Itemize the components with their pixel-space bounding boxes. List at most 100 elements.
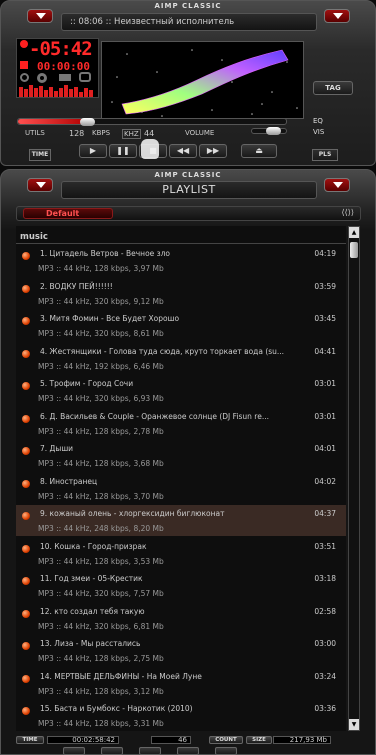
- track-row[interactable]: 12. кто создал тебя такую 02:58 MP3 :: 44 …: [16, 603, 346, 634]
- play-button[interactable]: ▶: [79, 144, 107, 158]
- track-title: 9. кожаный олень - хлоргексидин биглюкон…: [40, 509, 225, 518]
- track-row[interactable]: 1. Цитадель Ветров - Вечное зло 04:19 MP3 …: [16, 245, 346, 276]
- track-duration: 03:00: [314, 639, 336, 648]
- track-title: 14. МЕРТВЫЕ ДЕЛЬФИНЫ - На Моей Луне: [40, 671, 202, 681]
- utils-label[interactable]: UTILS: [25, 129, 45, 137]
- track-row[interactable]: 10. Кошка - Город-призрак 03:51 MP3 :: 44 …: [16, 538, 346, 569]
- track-duration: 03:01: [314, 411, 336, 421]
- track-info: MP3 :: 44 kHz, 128 kbps, 3,97 Mb: [38, 264, 164, 273]
- stop-indicator-icon: [20, 61, 28, 69]
- footer-size-label: SIZE: [246, 736, 272, 744]
- track-title: 11. Год змеи - 05-Крестик: [40, 574, 143, 583]
- track-status-icon: [22, 512, 30, 520]
- track-title: 4. Жестянщики - Голова туда сюда, круто …: [40, 346, 285, 356]
- visualization-panel[interactable]: [101, 41, 304, 119]
- track-row[interactable]: 4. Жестянщики - Голова туда сюда, круто …: [16, 343, 346, 374]
- time-mode-button[interactable]: TIME: [29, 149, 51, 161]
- playlist-caption: AIMP CLASSIC: [154, 171, 222, 179]
- track-list[interactable]: music 1. Цитадель Ветров - Вечное зло 04:…: [16, 226, 346, 731]
- volume-handle[interactable]: [266, 127, 281, 135]
- track-duration: 04:19: [314, 249, 336, 258]
- remove-files-button[interactable]: [101, 747, 123, 755]
- track-row[interactable]: 15. Баста и Бумбокс - Наркотик (2010) 03:…: [16, 700, 346, 731]
- track-status-icon: [22, 447, 30, 455]
- playlist-toggle-button[interactable]: PLS: [312, 149, 338, 161]
- eject-button[interactable]: ⏏: [241, 144, 277, 158]
- vis-label[interactable]: VIS: [313, 128, 324, 136]
- playlist-minimize-button[interactable]: [27, 178, 53, 192]
- time-display[interactable]: -05:42 00:00:00: [16, 38, 99, 98]
- add-files-button[interactable]: [63, 747, 85, 755]
- player-caption: AIMP CLASSIC: [154, 2, 222, 10]
- track-row[interactable]: 13. Лиза - Мы расстались 03:00 MP3 :: 44 k…: [16, 635, 346, 666]
- track-duration: 03:59: [314, 281, 336, 291]
- eq-label[interactable]: EQ: [313, 117, 323, 125]
- track-duration: 03:51: [314, 541, 336, 551]
- track-status-icon: [22, 577, 30, 585]
- track-duration: 04:41: [314, 346, 336, 356]
- track-info: MP3 :: 44 kHz, 192 kbps, 6,46 Mb: [38, 361, 164, 371]
- track-title: 10. Кошка - Город-призрак: [40, 541, 147, 551]
- track-row[interactable]: 11. Год змеи - 05-Крестик 03:18 MP3 :: 44 …: [16, 570, 346, 601]
- tab-scroll-arrows-icon[interactable]: ⟨⟨⟩⟩: [342, 208, 354, 217]
- track-duration: 03:24: [314, 671, 336, 681]
- player-window: AIMP CLASSIC :: 08:06 :: Неизвестный исп…: [0, 0, 376, 166]
- playlist-scrollbar[interactable]: ▲ ▼: [348, 226, 360, 731]
- track-info: MP3 :: 44 kHz, 128 kbps, 3,31 Mb: [38, 719, 164, 728]
- track-title: 3. Митя Фомин - Все Будет Хорошо: [40, 314, 180, 323]
- track-row[interactable]: 7. Дыши 04:01 MP3 :: 44 kHz, 128 kbps, 3,6…: [16, 440, 346, 471]
- track-info: MP3 :: 44 kHz, 320 kbps, 6,93 Mb: [38, 394, 164, 403]
- track-row[interactable]: 9. кожаный олень - хлоргексидин биглюкон…: [16, 505, 346, 536]
- scroll-down-icon[interactable]: ▼: [349, 719, 359, 730]
- track-title: 7. Дыши: [40, 444, 74, 453]
- playlist-close-button[interactable]: [324, 178, 350, 192]
- track-info: MP3 :: 44 kHz, 128 kbps, 2,78 Mb: [38, 426, 164, 436]
- track-row[interactable]: 5. Трофим - Город Сочи 03:01 MP3 :: 44 kHz…: [16, 375, 346, 406]
- track-row[interactable]: 8. Иностранец 04:02MP3 :: 44 kHz, 128 kbp…: [16, 473, 346, 504]
- track-info: MP3 :: 44 kHz, 248 kbps, 8,20 Mb: [38, 524, 164, 533]
- next-button[interactable]: ▶▶: [199, 144, 227, 158]
- scroll-thumb[interactable]: [350, 242, 358, 258]
- playlist-tab-bar: Default ⟨⟨⟩⟩: [16, 206, 361, 221]
- bitrate-value: 128: [69, 129, 85, 138]
- group-header[interactable]: music: [16, 226, 346, 244]
- seek-handle[interactable]: [80, 118, 95, 126]
- track-duration: 04:02: [314, 476, 336, 486]
- footer-time-value: 00:02:58:42: [47, 736, 119, 744]
- track-title: 13. Лиза - Мы расстались: [40, 639, 141, 648]
- pause-button[interactable]: ❚❚: [109, 144, 137, 158]
- khz-unit: KHZ: [122, 129, 141, 139]
- volume-slider[interactable]: [251, 127, 287, 135]
- select-button[interactable]: [139, 747, 161, 755]
- scroll-up-icon[interactable]: ▲: [349, 227, 359, 238]
- shuffle-indicator-icon: [20, 73, 29, 82]
- track-status-icon: [22, 479, 30, 488]
- previous-button[interactable]: ◀◀: [169, 144, 197, 158]
- tag-button[interactable]: TAG: [313, 81, 353, 95]
- track-title: 15. Баста и Бумбокс - Наркотик (2010): [40, 704, 193, 713]
- seek-bar[interactable]: [17, 118, 287, 126]
- track-duration: 03:36: [314, 704, 336, 713]
- track-status-icon: [22, 252, 30, 260]
- spectrum-bars: [19, 85, 97, 97]
- track-title: 8. Иностранец: [40, 476, 98, 486]
- playlist-footer: TIME 00:02:58:42 46 COUNT SIZE 217,93 Mb: [1, 735, 375, 755]
- track-duration: 03:18: [314, 574, 336, 583]
- track-status-icon: [22, 707, 30, 715]
- sort-button[interactable]: [177, 747, 199, 755]
- khz-value: 44: [144, 129, 155, 138]
- track-title: 1. Цитадель Ветров - Вечное зло: [40, 249, 171, 258]
- track-row[interactable]: 6. Д. Васильев & Couple - Оранжевое солн…: [16, 408, 346, 439]
- tab-default[interactable]: Default: [23, 208, 113, 219]
- track-row[interactable]: 3. Митя Фомин - Все Будет Хорошо 03:45 MP3…: [16, 310, 346, 341]
- playlist-menu-button[interactable]: [215, 747, 237, 755]
- track-info: MP3 :: 44 kHz, 128 kbps, 3,70 Mb: [38, 491, 164, 501]
- track-row[interactable]: 2. ВОДКУ ПЕЙ!!!!!! 03:59 MP3 :: 44 kHz, 32…: [16, 278, 346, 309]
- footer-size-value: 217,93 Mb: [273, 736, 331, 744]
- close-button[interactable]: [324, 9, 350, 23]
- track-status-icon: [22, 642, 30, 650]
- track-duration: 03:45: [314, 314, 336, 323]
- minimize-button[interactable]: [27, 9, 53, 23]
- track-row[interactable]: 14. МЕРТВЫЕ ДЕЛЬФИНЫ - На Моей Луне 03:24…: [16, 668, 346, 699]
- track-status-icon: [22, 284, 30, 293]
